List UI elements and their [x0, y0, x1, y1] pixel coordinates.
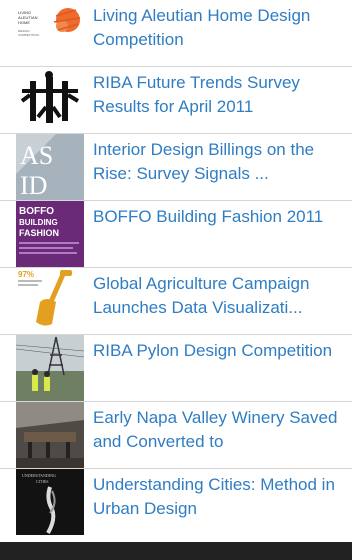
list-item[interactable]: UNDERSTANDING CITIES Understanding Citie…: [0, 469, 352, 536]
svg-text:UNDERSTANDING: UNDERSTANDING: [22, 473, 56, 478]
post-title-link[interactable]: Interior Design Billings on the Rise: Su…: [93, 138, 342, 186]
list-item[interactable]: LIVING ALEUTIAN HOME DESIGN COMPETITION …: [0, 0, 352, 67]
svg-text:FASHION: FASHION: [19, 228, 59, 238]
list-item[interactable]: RIBA Future Trends Survey Results for Ap…: [0, 67, 352, 134]
aleutian-thumbnail[interactable]: LIVING ALEUTIAN HOME DESIGN COMPETITION: [16, 0, 84, 66]
riba-trends-thumbnail[interactable]: [16, 67, 84, 133]
post-title-link[interactable]: Early Napa Valley Winery Saved and Conve…: [93, 406, 342, 454]
asid-thumbnail[interactable]: AS ID: [16, 134, 84, 200]
svg-text:97%: 97%: [18, 270, 34, 279]
svg-text:BUILDING: BUILDING: [19, 218, 58, 227]
boffo-thumbnail[interactable]: BOFFO BUILDING FASHION: [16, 201, 84, 267]
footer-bar: [0, 542, 352, 560]
svg-text:ID: ID: [20, 171, 47, 200]
cities-thumbnail[interactable]: UNDERSTANDING CITIES: [16, 469, 84, 535]
agriculture-thumbnail[interactable]: 97%: [16, 268, 84, 334]
pylon-thumbnail[interactable]: [16, 335, 84, 401]
list-item[interactable]: RIBA Pylon Design Competition: [0, 335, 352, 402]
svg-text:HOME: HOME: [18, 20, 30, 25]
list-item[interactable]: 97% Global Agriculture Campaign Launches…: [0, 268, 352, 335]
post-title-link[interactable]: BOFFO Building Fashion 2011: [93, 205, 342, 229]
post-title-link[interactable]: Living Aleutian Home Design Competition: [93, 4, 342, 52]
svg-text:COMPETITION: COMPETITION: [18, 33, 39, 37]
list-item[interactable]: Early Napa Valley Winery Saved and Conve…: [0, 402, 352, 469]
related-posts-list: LIVING ALEUTIAN HOME DESIGN COMPETITION …: [0, 0, 352, 536]
post-title-link[interactable]: RIBA Future Trends Survey Results for Ap…: [93, 71, 342, 119]
list-item[interactable]: AS ID Interior Design Billings on the Ri…: [0, 134, 352, 201]
post-title-link[interactable]: Understanding Cities: Method in Urban De…: [93, 473, 342, 521]
svg-text:AS: AS: [20, 141, 53, 170]
svg-text:CITIES: CITIES: [36, 479, 48, 484]
post-title-link[interactable]: Global Agriculture Campaign Launches Dat…: [93, 272, 342, 320]
post-title-link[interactable]: RIBA Pylon Design Competition: [93, 339, 342, 363]
list-item[interactable]: BOFFO BUILDING FASHION BOFFO Building Fa…: [0, 201, 352, 268]
winery-thumbnail[interactable]: [16, 402, 84, 468]
svg-text:BOFFO: BOFFO: [19, 206, 54, 217]
